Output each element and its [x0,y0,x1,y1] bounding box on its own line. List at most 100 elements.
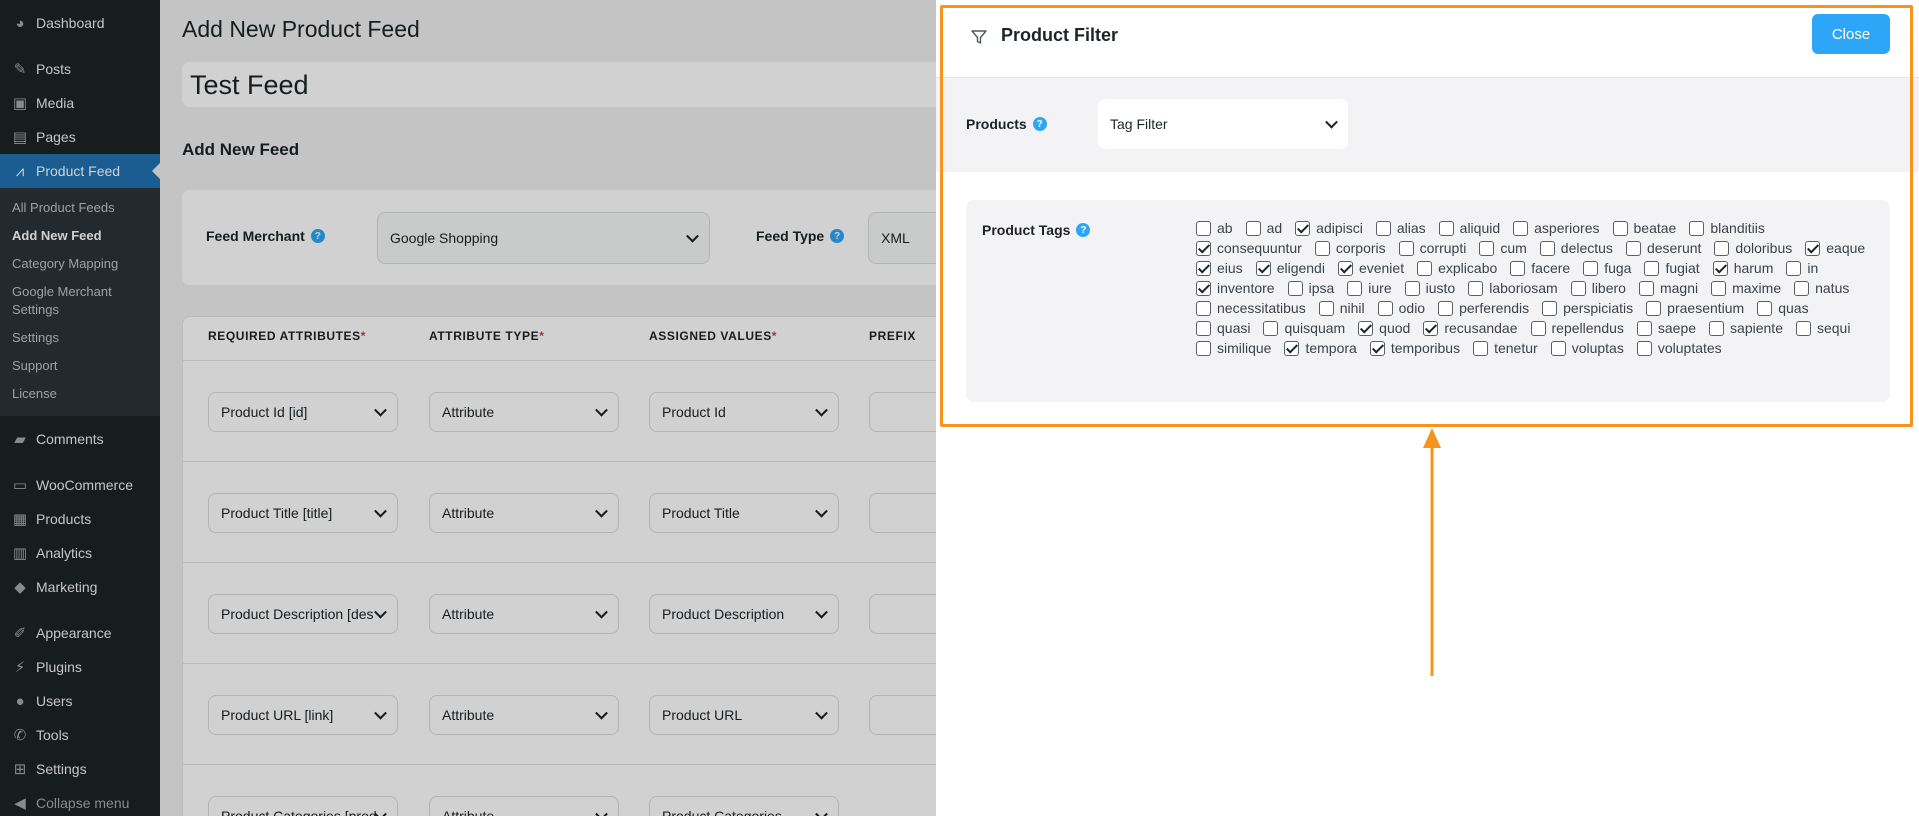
checkbox-empty-icon[interactable] [1417,260,1433,276]
tag-checkbox-35[interactable]: nihil [1318,300,1365,316]
checkbox-checked-icon[interactable] [1358,320,1374,336]
tag-checkbox-2[interactable]: adipisci [1295,220,1363,236]
tag-checkbox-47[interactable]: sapiente [1709,320,1783,336]
tag-checkbox-34[interactable]: necessitatibus [1196,300,1306,316]
checkbox-empty-icon[interactable] [1689,220,1705,236]
checkbox-empty-icon[interactable] [1347,280,1363,296]
checkbox-empty-icon[interactable] [1318,300,1334,316]
tag-checkbox-33[interactable]: natus [1794,280,1849,296]
checkbox-empty-icon[interactable] [1468,280,1484,296]
checkbox-empty-icon[interactable] [1539,240,1555,256]
checkbox-empty-icon[interactable] [1438,220,1454,236]
tag-checkbox-50[interactable]: tempora [1284,340,1357,356]
tag-checkbox-3[interactable]: alias [1375,220,1426,236]
tag-checkbox-31[interactable]: magni [1638,280,1698,296]
tag-checkbox-49[interactable]: similique [1196,340,1271,356]
checkbox-empty-icon[interactable] [1196,320,1211,336]
checkbox-empty-icon[interactable] [1196,340,1211,356]
tag-checkbox-43[interactable]: quod [1358,320,1410,336]
checkbox-empty-icon[interactable] [1513,220,1529,236]
tag-checkbox-52[interactable]: tenetur [1473,340,1538,356]
checkbox-empty-icon[interactable] [1646,300,1662,316]
checkbox-checked-icon[interactable] [1712,260,1728,276]
checkbox-checked-icon[interactable] [1284,340,1300,356]
checkbox-empty-icon[interactable] [1644,260,1660,276]
checkbox-empty-icon[interactable] [1714,240,1730,256]
checkbox-empty-icon[interactable] [1377,300,1393,316]
tag-checkbox-30[interactable]: libero [1570,280,1626,296]
checkbox-empty-icon[interactable] [1398,240,1414,256]
tag-checkbox-48[interactable]: sequi [1795,320,1850,336]
checkbox-empty-icon[interactable] [1612,220,1628,236]
checkbox-empty-icon[interactable] [1638,280,1654,296]
tag-checkbox-51[interactable]: temporibus [1369,340,1460,356]
tag-checkbox-53[interactable]: voluptas [1550,340,1624,356]
checkbox-empty-icon[interactable] [1263,320,1279,336]
tag-checkbox-36[interactable]: odio [1377,300,1425,316]
checkbox-checked-icon[interactable] [1255,260,1271,276]
checkbox-empty-icon[interactable] [1510,260,1526,276]
tag-checkbox-40[interactable]: quas [1757,300,1809,316]
tag-checkbox-0[interactable]: ab [1196,220,1233,236]
checkbox-empty-icon[interactable] [1542,300,1558,316]
tag-checkbox-54[interactable]: voluptates [1636,340,1722,356]
tag-checkbox-8[interactable]: consequuntur [1196,240,1302,256]
tag-checkbox-19[interactable]: explicabo [1417,260,1497,276]
checkbox-empty-icon[interactable] [1786,260,1802,276]
tag-checkbox-46[interactable]: saepe [1636,320,1696,336]
products-filter-select[interactable]: Tag Filter [1098,99,1348,149]
checkbox-empty-icon[interactable] [1375,220,1391,236]
checkbox-checked-icon[interactable] [1295,220,1311,236]
help-icon[interactable]: ? [1032,117,1047,131]
tag-checkbox-24[interactable]: in [1786,260,1818,276]
tag-checkbox-28[interactable]: iusto [1404,280,1455,296]
tag-checkbox-42[interactable]: quisquam [1263,320,1345,336]
checkbox-checked-icon[interactable] [1369,340,1385,356]
checkbox-empty-icon[interactable] [1196,300,1211,316]
tag-checkbox-38[interactable]: perspiciatis [1542,300,1633,316]
checkbox-empty-icon[interactable] [1550,340,1566,356]
tag-checkbox-26[interactable]: ipsa [1287,280,1334,296]
tag-checkbox-29[interactable]: laboriosam [1468,280,1558,296]
tag-checkbox-11[interactable]: cum [1479,240,1527,256]
checkbox-checked-icon[interactable] [1196,240,1211,256]
tag-checkbox-23[interactable]: harum [1712,260,1773,276]
checkbox-empty-icon[interactable] [1245,220,1261,236]
checkbox-empty-icon[interactable] [1709,320,1725,336]
tag-checkbox-21[interactable]: fuga [1583,260,1631,276]
tag-checkbox-7[interactable]: blanditiis [1689,220,1765,236]
tag-checkbox-16[interactable]: eius [1196,260,1243,276]
tag-checkbox-15[interactable]: eaque [1805,240,1865,256]
tag-checkbox-14[interactable]: doloribus [1714,240,1792,256]
tag-checkbox-4[interactable]: aliquid [1438,220,1500,236]
checkbox-empty-icon[interactable] [1404,280,1420,296]
tag-checkbox-5[interactable]: asperiores [1513,220,1600,236]
tag-checkbox-45[interactable]: repellendus [1530,320,1624,336]
tag-checkbox-18[interactable]: eveniet [1337,260,1404,276]
close-button[interactable]: Close [1812,14,1890,54]
modal-backdrop[interactable] [0,0,936,816]
checkbox-empty-icon[interactable] [1314,240,1330,256]
tag-checkbox-6[interactable]: beatae [1612,220,1676,236]
checkbox-empty-icon[interactable] [1795,320,1811,336]
tag-checkbox-32[interactable]: maxime [1711,280,1781,296]
checkbox-empty-icon[interactable] [1583,260,1599,276]
tag-checkbox-27[interactable]: iure [1347,280,1392,296]
checkbox-empty-icon[interactable] [1287,280,1303,296]
checkbox-empty-icon[interactable] [1757,300,1773,316]
tag-checkbox-10[interactable]: corrupti [1398,240,1466,256]
tag-checkbox-22[interactable]: fugiat [1644,260,1700,276]
checkbox-empty-icon[interactable] [1711,280,1727,296]
checkbox-checked-icon[interactable] [1196,260,1211,276]
checkbox-empty-icon[interactable] [1636,340,1652,356]
tag-checkbox-39[interactable]: praesentium [1646,300,1744,316]
checkbox-checked-icon[interactable] [1196,280,1211,296]
tag-checkbox-1[interactable]: ad [1245,220,1282,236]
help-icon[interactable]: ? [1076,223,1091,237]
checkbox-empty-icon[interactable] [1625,240,1641,256]
tag-checkbox-37[interactable]: perferendis [1438,300,1529,316]
checkbox-empty-icon[interactable] [1570,280,1586,296]
tag-checkbox-13[interactable]: deserunt [1625,240,1701,256]
checkbox-empty-icon[interactable] [1479,240,1495,256]
tag-checkbox-25[interactable]: inventore [1196,280,1275,296]
